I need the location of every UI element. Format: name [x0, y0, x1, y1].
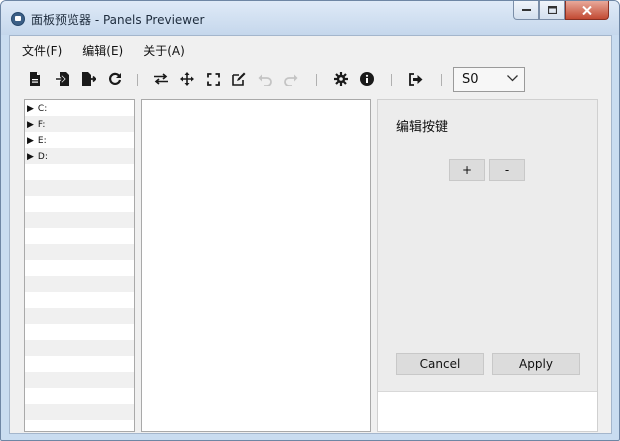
edit-icon[interactable] — [228, 68, 250, 90]
drive-tree[interactable]: ▶ C: ▶ F: ▶ E: ▶ D: — [24, 99, 135, 432]
panel-footer-area — [378, 391, 597, 431]
chevron-down-icon — [507, 75, 518, 82]
fullscreen-icon[interactable] — [202, 68, 224, 90]
preset-select-value: S0 — [462, 72, 479, 87]
panel-preview-area[interactable] — [141, 99, 371, 432]
tree-item-label: C: — [37, 104, 48, 114]
redo-icon[interactable] — [280, 68, 302, 90]
menu-bar: 文件(F) 编辑(E) 关于(A) — [10, 36, 611, 64]
export-icon[interactable] — [78, 68, 100, 90]
menu-file[interactable]: 文件(F) — [22, 42, 62, 59]
exit-icon[interactable] — [405, 68, 427, 90]
menu-about[interactable]: 关于(A) — [143, 42, 185, 59]
tree-item-c[interactable]: ▶ C: — [27, 101, 47, 117]
toolbar-separator — [316, 74, 317, 86]
client-area: 文件(F) 编辑(E) 关于(A) S0 ▶ C: ▶ F: ▶ E: ▶ D:… — [9, 35, 612, 434]
toolbar-separator — [441, 74, 442, 86]
swap-icon[interactable] — [150, 68, 172, 90]
app-icon — [11, 12, 25, 26]
move-icon[interactable] — [176, 68, 198, 90]
maximize-button[interactable] — [539, 1, 565, 20]
tree-item-d[interactable]: ▶ D: — [27, 149, 48, 165]
toolbar: S0 — [10, 66, 611, 94]
tree-item-label: D: — [37, 152, 48, 162]
expand-arrow-icon[interactable]: ▶ — [27, 120, 34, 130]
toolbar-separator — [137, 74, 138, 86]
info-icon[interactable] — [356, 68, 378, 90]
window-title: 面板预览器 - Panels Previewer — [31, 13, 205, 27]
tree-item-f[interactable]: ▶ F: — [27, 117, 45, 133]
expand-arrow-icon[interactable]: ▶ — [27, 136, 34, 146]
remove-key-button[interactable]: - — [489, 159, 525, 181]
tree-item-label: F: — [37, 120, 46, 130]
tree-item-label: E: — [37, 136, 47, 146]
tree-item-e[interactable]: ▶ E: — [27, 133, 47, 149]
expand-arrow-icon[interactable]: ▶ — [27, 152, 34, 162]
key-edit-panel: 编辑按键 + - Cancel Apply — [377, 99, 598, 432]
toolbar-separator — [391, 74, 392, 86]
close-button[interactable] — [565, 1, 609, 20]
window-controls — [513, 1, 609, 21]
cancel-button[interactable]: Cancel — [396, 353, 484, 375]
settings-icon[interactable] — [330, 68, 352, 90]
new-file-icon[interactable] — [24, 68, 46, 90]
title-bar: 面板预览器 - Panels Previewer — [1, 1, 619, 35]
panel-title: 编辑按键 — [396, 120, 449, 135]
minimize-button[interactable] — [513, 1, 539, 20]
add-key-button[interactable]: + — [449, 159, 485, 181]
menu-edit[interactable]: 编辑(E) — [82, 42, 123, 59]
refresh-icon[interactable] — [104, 68, 126, 90]
app-window: 面板预览器 - Panels Previewer 文件(F) 编辑(E) 关于(… — [0, 0, 620, 441]
expand-arrow-icon[interactable]: ▶ — [27, 104, 34, 114]
import-icon[interactable] — [52, 68, 74, 90]
preset-select[interactable]: S0 — [453, 67, 525, 92]
apply-button[interactable]: Apply — [492, 353, 580, 375]
undo-icon[interactable] — [254, 68, 276, 90]
